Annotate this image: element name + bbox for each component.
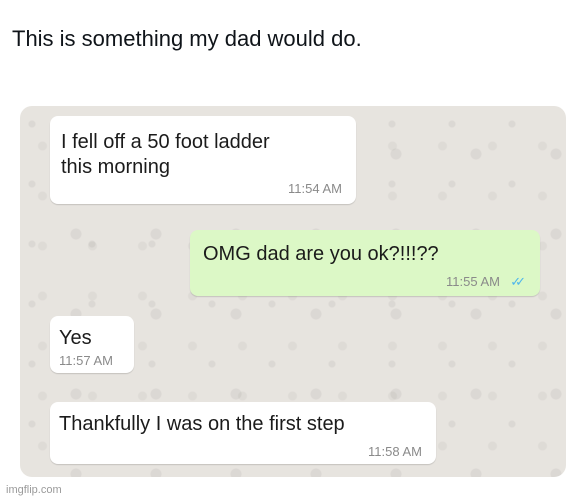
message-text-2: OMG dad are you ok?!!!??: [203, 243, 439, 265]
watermark: imgflip.com: [6, 484, 62, 496]
message-bubble-1: I fell off a 50 foot ladder this morning…: [50, 116, 356, 204]
message-bubble-4: Thankfully I was on the first step 11:58…: [50, 402, 436, 464]
message-time-1: 11:54 AM: [288, 181, 342, 196]
message-time-3: 11:57 AM: [59, 353, 113, 368]
message-text-4: Thankfully I was on the first step: [59, 413, 345, 435]
message-time-4: 11:58 AM: [368, 444, 422, 459]
message-text-1: I fell off a 50 foot ladder this morning: [61, 131, 270, 178]
post-caption: This is something my dad would do.: [12, 26, 362, 51]
message-bubble-3: Yes 11:57 AM: [50, 316, 134, 373]
double-check-icon: ✓✓: [510, 274, 526, 289]
message-time-2: 11:55 AM: [446, 274, 500, 289]
message-text-3: Yes: [59, 327, 92, 349]
chat-screenshot: I fell off a 50 foot ladder this morning…: [20, 106, 566, 477]
message-bubble-2: OMG dad are you ok?!!!?? 11:55 AM ✓✓: [190, 230, 540, 296]
